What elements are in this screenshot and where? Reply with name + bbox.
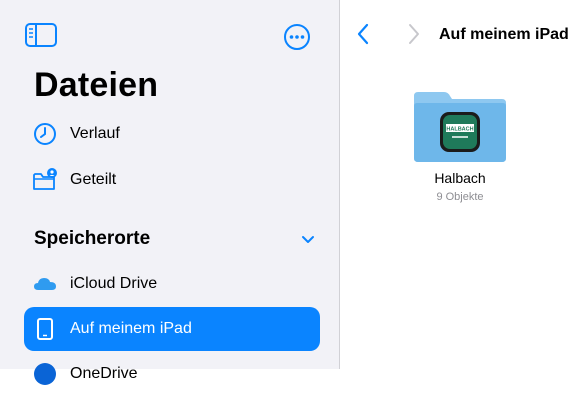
section-header[interactable]: Speicherorte	[34, 228, 150, 250]
page-title: Dateien	[34, 66, 159, 104]
sidebar-item-label: Geteilt	[70, 171, 117, 188]
sidebar-item-label: OneDrive	[70, 365, 138, 382]
folder-badge-text: HALBACH	[446, 127, 473, 133]
sidebar-item-label: iCloud Drive	[70, 275, 158, 292]
sidebar-item-verlauf[interactable]: Verlauf	[24, 112, 320, 156]
clock-icon	[34, 123, 56, 145]
sidebar: Dateien Verlauf Geteilt Speicherorte iCl…	[0, 0, 339, 385]
icloud-icon	[34, 278, 56, 290]
sidebar-item-label: Verlauf	[70, 125, 120, 142]
folder-name: Halbach	[434, 170, 486, 186]
location-item-icloud-drive[interactable]: iCloud Drive	[24, 262, 320, 306]
ipad-icon	[37, 318, 53, 340]
sidebar-toggle-icon[interactable]	[24, 22, 58, 48]
sidebar-item-geteilt[interactable]: Geteilt	[24, 158, 320, 202]
location-item-onedrive[interactable]: OneDrive	[24, 352, 320, 396]
shared-folder-icon	[33, 168, 57, 190]
chevron-left-icon[interactable]	[355, 22, 371, 46]
chevron-down-icon[interactable]	[298, 232, 318, 248]
location-title: Auf meinem iPad	[439, 26, 569, 43]
folder-icon: HALBACH	[414, 92, 506, 162]
location-item-auf-meinem-ipad[interactable]: Auf meinem iPad	[24, 307, 320, 351]
folder-item-count: 9 Objekte	[436, 191, 484, 203]
ellipsis-circle-icon[interactable]	[282, 22, 312, 52]
chevron-right-icon[interactable]	[406, 22, 422, 46]
folder-tile[interactable]: HALBACH Halbach 9 Objekte	[400, 90, 520, 230]
sidebar-item-label: Auf meinem iPad	[70, 320, 192, 337]
file-browser: Auf meinem iPad HALBACH Halbach 9 Objekt…	[340, 0, 578, 369]
onedrive-icon	[34, 363, 56, 385]
